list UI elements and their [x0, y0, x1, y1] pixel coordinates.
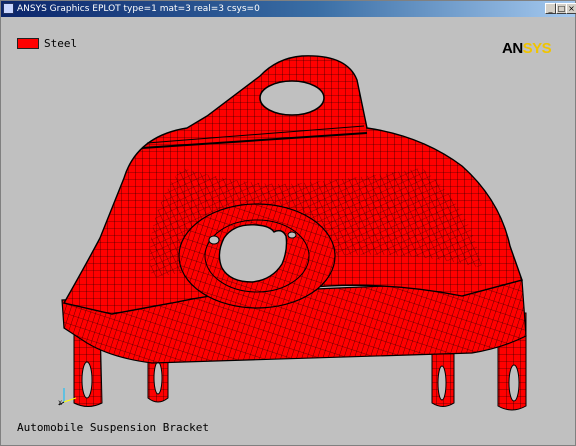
ansys-window-icon[interactable] — [3, 3, 14, 14]
title-bar[interactable]: ANSYS Graphics EPLOT type=1 mat=3 real=3… — [1, 1, 576, 17]
model-caption: Automobile Suspension Bracket — [17, 421, 210, 434]
ansys-graphics-window: ANSYS Graphics EPLOT type=1 mat=3 real=3… — [0, 0, 576, 446]
svg-text:X: X — [58, 400, 62, 406]
mesh-model[interactable] — [2, 18, 574, 443]
legend-steel-label: Steel — [44, 37, 78, 50]
axis-triad-icon: X — [58, 388, 77, 406]
graphics-viewport[interactable]: Steel ANSYS X Automobile Suspension Brac… — [2, 18, 574, 443]
ansys-logo: ANSYS — [502, 40, 552, 57]
window-title: ANSYS Graphics EPLOT type=1 mat=3 real=3… — [17, 4, 260, 14]
minimize-button[interactable]: _ — [545, 3, 556, 14]
central-dish — [178, 203, 336, 309]
lug-hole — [259, 80, 325, 116]
close-button[interactable]: × — [566, 3, 576, 14]
legend-steel-swatch — [17, 38, 39, 49]
